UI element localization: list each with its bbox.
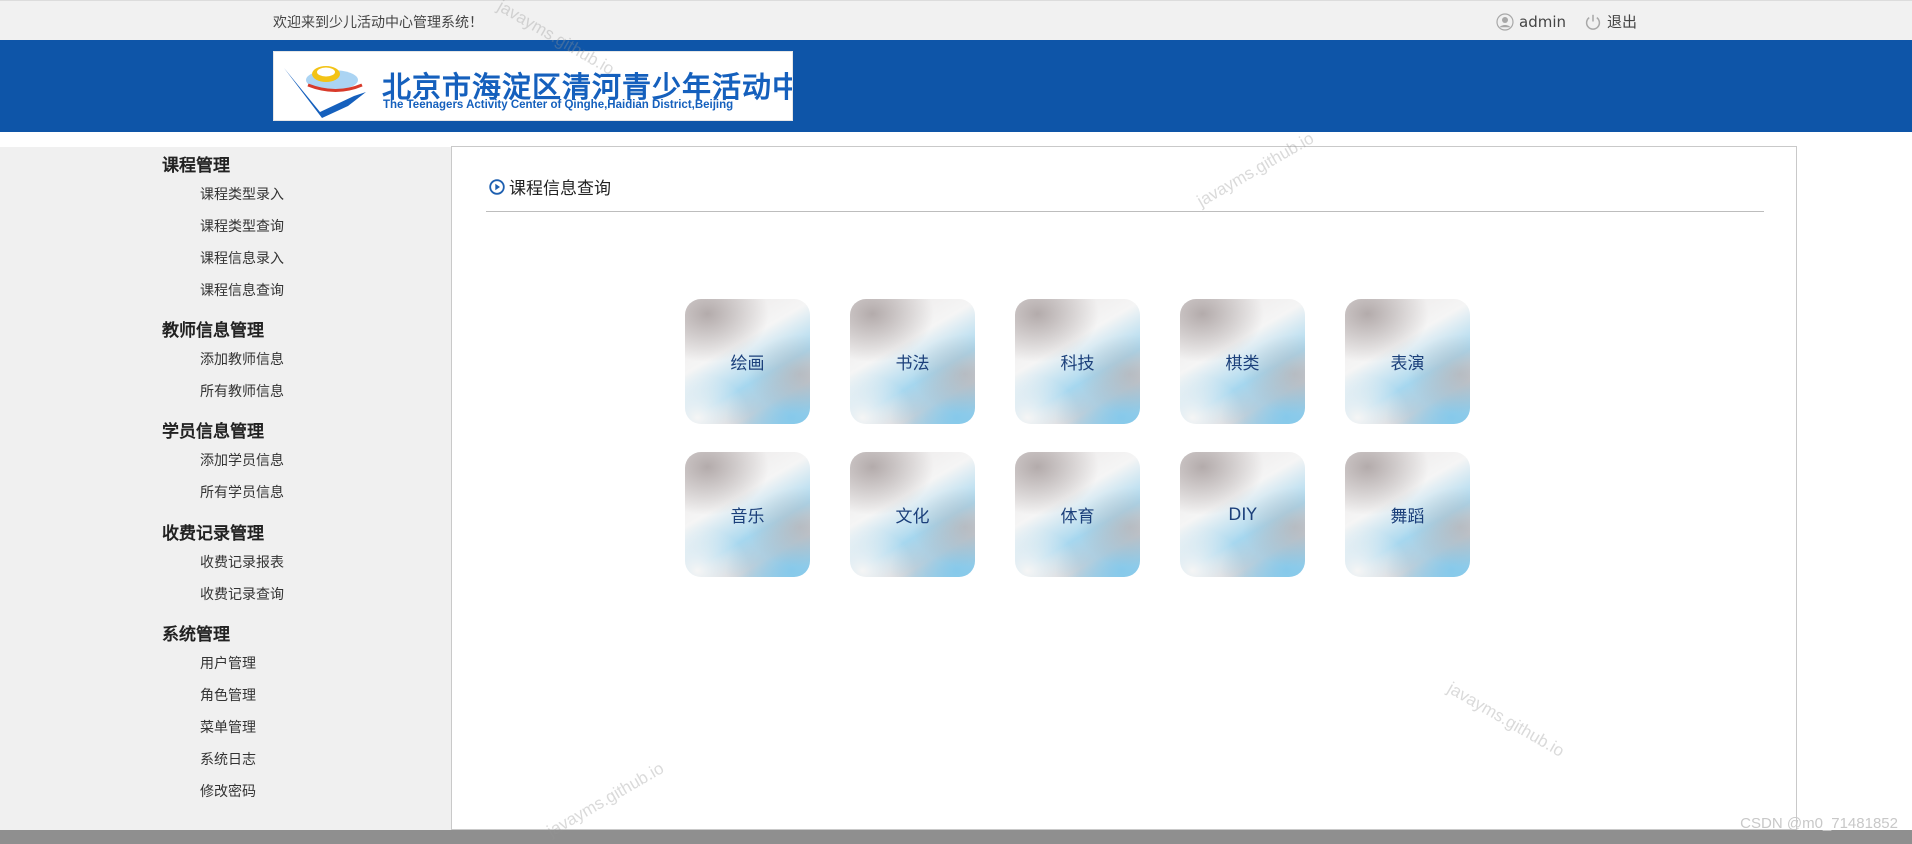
tile-label: 体育 bbox=[1060, 507, 1095, 527]
play-circle-icon bbox=[489, 178, 505, 195]
logo-emblem-icon bbox=[284, 66, 366, 118]
menu-item-course-type-add[interactable]: 课程类型录入 bbox=[200, 184, 284, 204]
menu-item-change-password[interactable]: 修改密码 bbox=[200, 781, 256, 801]
panel-title-text: 课程信息查询 bbox=[509, 179, 611, 199]
center-logo[interactable]: 北京市海淀区清河青少年活动中心 The Teenagers Activity C… bbox=[273, 51, 793, 121]
menu-group-system[interactable]: 系统管理 bbox=[162, 620, 230, 645]
course-tile-music[interactable]: 音乐 bbox=[685, 452, 810, 577]
user-area: admin 退出 bbox=[1496, 11, 1637, 32]
tile-label: 棋类 bbox=[1225, 354, 1260, 374]
panel-divider bbox=[486, 211, 1764, 212]
course-tile-sports[interactable]: 体育 bbox=[1015, 452, 1140, 577]
menu-item-teacher-add[interactable]: 添加教师信息 bbox=[200, 349, 284, 369]
main-panel: 课程信息查询 绘画 书法 科技 棋类 表演 音乐 文化 体育 DIY 舞蹈 bbox=[451, 146, 1797, 830]
course-tile-performance[interactable]: 表演 bbox=[1345, 299, 1470, 424]
tile-label: 舞蹈 bbox=[1390, 507, 1425, 527]
panel-title: 课程信息查询 bbox=[489, 174, 611, 199]
menu-item-course-info-add[interactable]: 课程信息录入 bbox=[200, 248, 284, 268]
user-icon bbox=[1496, 12, 1514, 31]
menu-item-student-add[interactable]: 添加学员信息 bbox=[200, 450, 284, 470]
menu-group-fees[interactable]: 收费记录管理 bbox=[162, 519, 264, 544]
top-bar: 欢迎来到少儿活动中心管理系统！ admin 退出 bbox=[0, 0, 1912, 40]
tile-label: 表演 bbox=[1390, 354, 1425, 374]
sidebar: 课程管理 课程类型录入 课程类型查询 课程信息录入 课程信息查询 教师信息管理 … bbox=[0, 147, 452, 830]
menu-item-course-type-query[interactable]: 课程类型查询 bbox=[200, 216, 284, 236]
course-tile-technology[interactable]: 科技 bbox=[1015, 299, 1140, 424]
course-tile-painting[interactable]: 绘画 bbox=[685, 299, 810, 424]
username-link[interactable]: admin bbox=[1519, 13, 1566, 31]
csdn-credit: CSDN @m0_71481852 bbox=[1740, 815, 1898, 832]
tile-label: 科技 bbox=[1060, 354, 1095, 374]
menu-item-course-info-query[interactable]: 课程信息查询 bbox=[200, 280, 284, 300]
course-tile-dance[interactable]: 舞蹈 bbox=[1345, 452, 1470, 577]
menu-group-teacher[interactable]: 教师信息管理 bbox=[162, 316, 264, 341]
tile-label: 绘画 bbox=[730, 354, 765, 374]
menu-item-teacher-all[interactable]: 所有教师信息 bbox=[200, 381, 284, 401]
menu-item-syslog[interactable]: 系统日志 bbox=[200, 749, 256, 769]
logo-title-en: The Teenagers Activity Center of Qinghe,… bbox=[383, 99, 734, 111]
tile-label: DIY bbox=[1228, 504, 1257, 525]
course-tile-chess[interactable]: 棋类 bbox=[1180, 299, 1305, 424]
tile-label: 音乐 bbox=[730, 507, 765, 527]
menu-item-fees-query[interactable]: 收费记录查询 bbox=[200, 584, 284, 604]
tile-label: 书法 bbox=[895, 354, 930, 374]
welcome-message: 欢迎来到少儿活动中心管理系统！ bbox=[273, 15, 483, 31]
menu-group-course[interactable]: 课程管理 bbox=[162, 151, 230, 176]
course-tile-diy[interactable]: DIY bbox=[1180, 452, 1305, 577]
menu-item-student-all[interactable]: 所有学员信息 bbox=[200, 482, 284, 502]
power-icon[interactable] bbox=[1584, 13, 1602, 31]
menu-item-menus[interactable]: 菜单管理 bbox=[200, 717, 256, 737]
header-banner: 北京市海淀区清河青少年活动中心 The Teenagers Activity C… bbox=[0, 40, 1912, 132]
menu-group-student[interactable]: 学员信息管理 bbox=[162, 417, 264, 442]
course-tile-culture[interactable]: 文化 bbox=[850, 452, 975, 577]
menu-item-users[interactable]: 用户管理 bbox=[200, 653, 256, 673]
menu-item-roles[interactable]: 角色管理 bbox=[200, 685, 256, 705]
tile-label: 文化 bbox=[895, 507, 930, 527]
logout-link[interactable]: 退出 bbox=[1607, 11, 1637, 32]
menu-item-fees-report[interactable]: 收费记录报表 bbox=[200, 552, 284, 572]
bottom-strip bbox=[0, 830, 1912, 844]
course-tile-calligraphy[interactable]: 书法 bbox=[850, 299, 975, 424]
